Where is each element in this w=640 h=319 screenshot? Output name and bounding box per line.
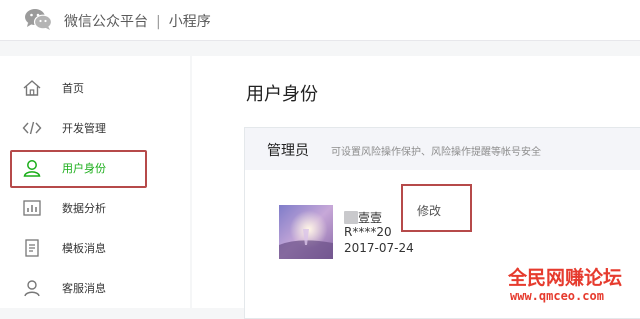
customer-service-icon xyxy=(24,280,40,297)
sidebar-item-data-analysis[interactable]: 数据分析 xyxy=(0,188,190,228)
admin-card-title: 管理员 xyxy=(267,143,309,159)
sidebar-item-label: 数据分析 xyxy=(62,202,106,215)
admin-name: 壹壹 xyxy=(344,207,382,226)
admin-wechat-id: R****20 xyxy=(344,225,392,239)
active-item-highlight xyxy=(10,150,147,188)
brand-separator: | xyxy=(156,14,161,30)
modify-highlight: 修改 xyxy=(401,184,472,232)
admin-date: 2017-07-24 xyxy=(344,241,414,255)
home-icon xyxy=(23,80,41,96)
code-icon xyxy=(22,121,42,135)
bar-chart-icon xyxy=(23,200,41,216)
sidebar-item-label: 模板消息 xyxy=(62,242,106,255)
sidebar-item-home[interactable]: 首页 xyxy=(0,68,190,108)
watermark-url: www.qmceo.com xyxy=(510,289,604,303)
sidebar-item-template-messages[interactable]: 模板消息 xyxy=(0,228,190,268)
document-icon xyxy=(25,239,39,257)
name-blur-mask xyxy=(344,211,358,224)
watermark-title: 全民网赚论坛 xyxy=(508,267,623,289)
top-header: 微信公众平台 | 小程序 xyxy=(0,0,640,41)
admin-name-text: 壹壹 xyxy=(358,211,383,225)
brand-title: 微信公众平台 | 小程序 xyxy=(64,11,211,31)
sidebar: 首页 开发管理 用户身份 数据分析 模板消息 客服消息 xyxy=(0,56,190,308)
sidebar-item-label: 首页 xyxy=(62,82,84,95)
avatar xyxy=(279,205,333,259)
page-title: 用户身份 xyxy=(246,84,318,105)
product-name: 小程序 xyxy=(168,14,211,30)
sidebar-item-customer-service[interactable]: 客服消息 xyxy=(0,268,190,308)
modify-link[interactable]: 修改 xyxy=(417,202,441,219)
platform-name[interactable]: 微信公众平台 xyxy=(64,14,148,30)
admin-card-description: 可设置风险操作保护、风险操作提醒等帐号安全 xyxy=(331,147,541,158)
sidebar-item-label: 开发管理 xyxy=(62,122,106,135)
admin-card-header: 管理员 可设置风险操作保护、风险操作提醒等帐号安全 xyxy=(245,128,640,170)
sidebar-item-label: 客服消息 xyxy=(62,282,106,295)
wechat-logo-icon[interactable] xyxy=(24,7,52,31)
sidebar-item-dev-management[interactable]: 开发管理 xyxy=(0,108,190,148)
